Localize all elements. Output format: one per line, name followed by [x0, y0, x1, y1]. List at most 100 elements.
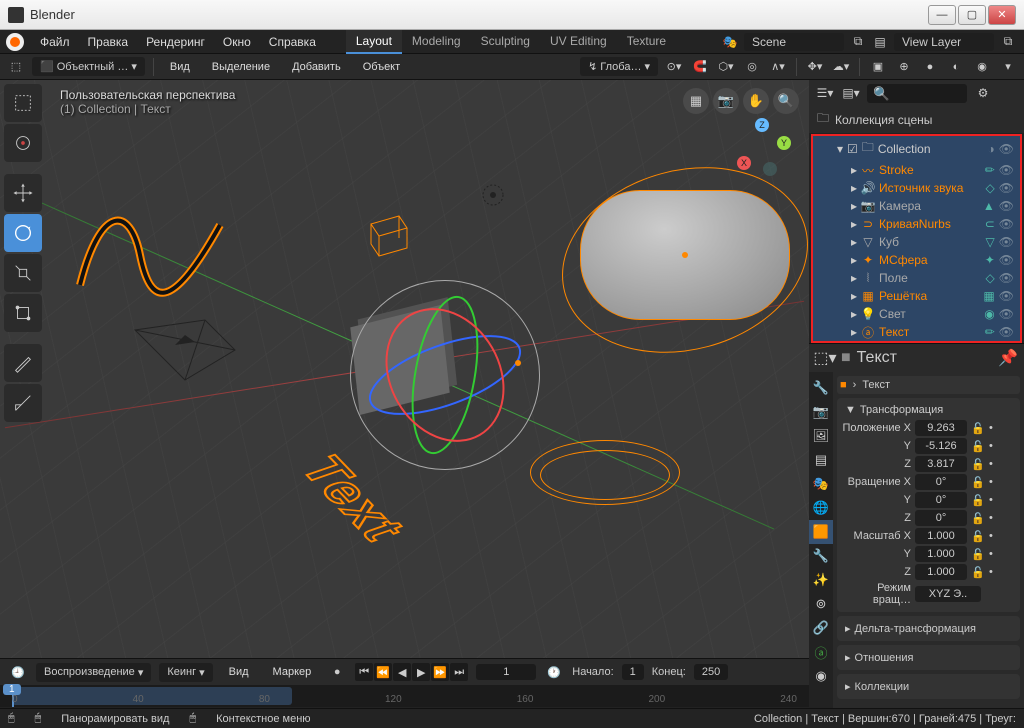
empty-object[interactable]	[515, 360, 521, 366]
light-object[interactable]	[478, 180, 508, 210]
play-icon[interactable]: ▶	[412, 663, 430, 681]
scene-name-field[interactable]: Scene	[744, 33, 844, 51]
mode-dropdown[interactable]: ⬛Объектный …▾	[32, 57, 145, 76]
tool-scale[interactable]	[4, 254, 42, 292]
proportional-type-icon[interactable]: ∧▾	[768, 57, 788, 77]
snap-icon[interactable]: 🧲	[690, 57, 710, 77]
rot-x-field[interactable]: 0°	[915, 474, 967, 490]
outliner-row-force[interactable]: ▸⦚Поле◇👁	[813, 269, 1020, 287]
shade-solid-icon[interactable]: ●	[920, 57, 940, 77]
window-maximize-button[interactable]: ▢	[958, 5, 986, 25]
tab-modifier[interactable]: 🔧	[809, 544, 833, 568]
tool-select-box[interactable]	[4, 84, 42, 122]
axis-y[interactable]: Y	[777, 136, 791, 150]
pan-icon[interactable]: ✋	[743, 88, 769, 114]
eye-icon[interactable]: 👁	[999, 253, 1014, 267]
delta-panel-header[interactable]: ▸ Дельта-трансформация	[841, 620, 1016, 637]
viewlayer-icon[interactable]: ▤	[870, 32, 890, 52]
data-icon[interactable]: ▦	[983, 289, 994, 303]
ws-modeling[interactable]: Modeling	[402, 30, 471, 54]
menu-file[interactable]: Файл	[32, 32, 78, 52]
eye-icon[interactable]: 👁	[999, 163, 1014, 177]
shade-options-icon[interactable]: ▾	[998, 57, 1018, 77]
tab-tool[interactable]: 🔧	[809, 376, 833, 400]
lock-icon[interactable]: 🔓	[971, 422, 985, 435]
gizmo-vis-icon[interactable]: ✥▾	[805, 57, 825, 77]
blender-icon[interactable]	[6, 33, 24, 51]
camera-view-icon[interactable]: ▦	[683, 88, 709, 114]
outliner-row-curve[interactable]: ▸⊃КриваяNurbs⊂👁	[813, 215, 1020, 233]
eye-icon[interactable]: 👁	[999, 199, 1014, 213]
hdr-add[interactable]: Добавить	[284, 58, 349, 76]
data-icon[interactable]: ⊂	[985, 217, 995, 231]
ws-sculpting[interactable]: Sculpting	[471, 30, 540, 54]
pivot-icon[interactable]: ⊙▾	[664, 57, 684, 77]
proportional-icon[interactable]: ◎	[742, 57, 762, 77]
shade-render-icon[interactable]: ◉	[972, 57, 992, 77]
outliner-row-speaker[interactable]: ▸🔊Источник звука◇👁	[813, 179, 1020, 197]
start-frame-field[interactable]: 1	[622, 664, 644, 680]
end-frame-field[interactable]: 250	[694, 664, 728, 680]
window-close-button[interactable]: ✕	[988, 5, 1016, 25]
outliner-row-lattice[interactable]: ▸▦Решётка▦👁	[813, 287, 1020, 305]
tab-world[interactable]: 🌐	[809, 496, 833, 520]
stroke-object[interactable]	[70, 195, 230, 315]
camera-icon[interactable]: 📷	[713, 88, 739, 114]
menu-help[interactable]: Справка	[261, 32, 324, 52]
rot-y-field[interactable]: 0°	[915, 492, 967, 508]
autokey-icon[interactable]: ●	[327, 662, 347, 682]
shade-wire-icon[interactable]: ⊕	[894, 57, 914, 77]
tab-material[interactable]: ◉	[809, 664, 833, 688]
eye-icon[interactable]: 👁	[999, 217, 1014, 231]
rot-z-field[interactable]: 0°	[915, 510, 967, 526]
eye-icon[interactable]: 👁	[999, 181, 1014, 195]
outliner-row-mball[interactable]: ▸✦МСфера✦👁	[813, 251, 1020, 269]
pos-y-field[interactable]: -5.126	[915, 438, 967, 454]
pin-icon[interactable]: 📌	[998, 348, 1018, 368]
data-icon[interactable]: ✦	[985, 253, 995, 267]
scene-collection-row[interactable]: 🗀 Коллекция сцены	[809, 106, 1024, 133]
shade-matprev-icon[interactable]: ◐	[946, 57, 966, 77]
zoom-icon[interactable]: 🔍	[773, 88, 799, 114]
collections-panel-header[interactable]: ▸ Коллекции	[841, 678, 1016, 695]
ws-layout[interactable]: Layout	[346, 30, 402, 54]
eye-icon[interactable]: 👁	[999, 235, 1014, 249]
tab-object[interactable]: 🟧	[809, 520, 833, 544]
tab-scene[interactable]: 🎭	[809, 472, 833, 496]
scale-y-field[interactable]: 1.000	[915, 546, 967, 562]
metaball-object[interactable]	[580, 190, 790, 320]
data-icon[interactable]: ✏	[985, 325, 995, 339]
new-viewlayer-icon[interactable]: ⧉	[998, 32, 1018, 52]
tab-data[interactable]: ⓐ	[809, 640, 833, 664]
viewport-3d[interactable]: Пользовательская перспектива (1) Collect…	[0, 80, 809, 658]
outliner-display-icon[interactable]: ▤▾	[841, 83, 861, 103]
outliner-row-text[interactable]: ▸ⓐТекст✏👁	[813, 323, 1020, 341]
outliner-type-icon[interactable]: ☰▾	[815, 83, 835, 103]
tool-measure[interactable]	[4, 384, 42, 422]
tab-render[interactable]: 📷	[809, 400, 833, 424]
data-icon[interactable]: ▲	[983, 199, 995, 213]
scene-browse-icon[interactable]: 🎭	[720, 32, 740, 52]
tab-particles[interactable]: ✨	[809, 568, 833, 592]
nav-gizmo[interactable]: Z Y X	[733, 118, 789, 174]
eye-icon[interactable]: 👁	[999, 325, 1014, 339]
menu-edit[interactable]: Правка	[80, 32, 137, 52]
outliner-row-light[interactable]: ▸💡Свет◉👁	[813, 305, 1020, 323]
clock-icon[interactable]: 🕐	[544, 662, 564, 682]
outliner-row-mesh[interactable]: ▸▽Куб▽👁	[813, 233, 1020, 251]
keyframe-next-icon[interactable]: ⏩	[431, 663, 449, 681]
rot-mode-dropdown[interactable]: XYZ Э..	[915, 586, 981, 602]
pos-x-field[interactable]: 9.263	[915, 420, 967, 436]
current-frame-field[interactable]: 1	[476, 664, 536, 680]
tab-output[interactable]: 🖼	[809, 424, 833, 448]
hdr-object[interactable]: Объект	[355, 58, 408, 76]
outliner-row-stroke[interactable]: ▸〰Stroke✏👁	[813, 161, 1020, 179]
timeline-marker[interactable]: Маркер	[265, 663, 320, 681]
ws-uv[interactable]: UV Editing	[540, 30, 617, 54]
pos-z-field[interactable]: 3.817	[915, 456, 967, 472]
hdr-view[interactable]: Вид	[162, 58, 198, 76]
jump-start-icon[interactable]: ⏮	[355, 663, 373, 681]
outliner-row-camera[interactable]: ▸📷Камера▲👁	[813, 197, 1020, 215]
data-icon[interactable]: ▽	[986, 235, 995, 249]
data-icon[interactable]: ◇	[986, 271, 995, 285]
